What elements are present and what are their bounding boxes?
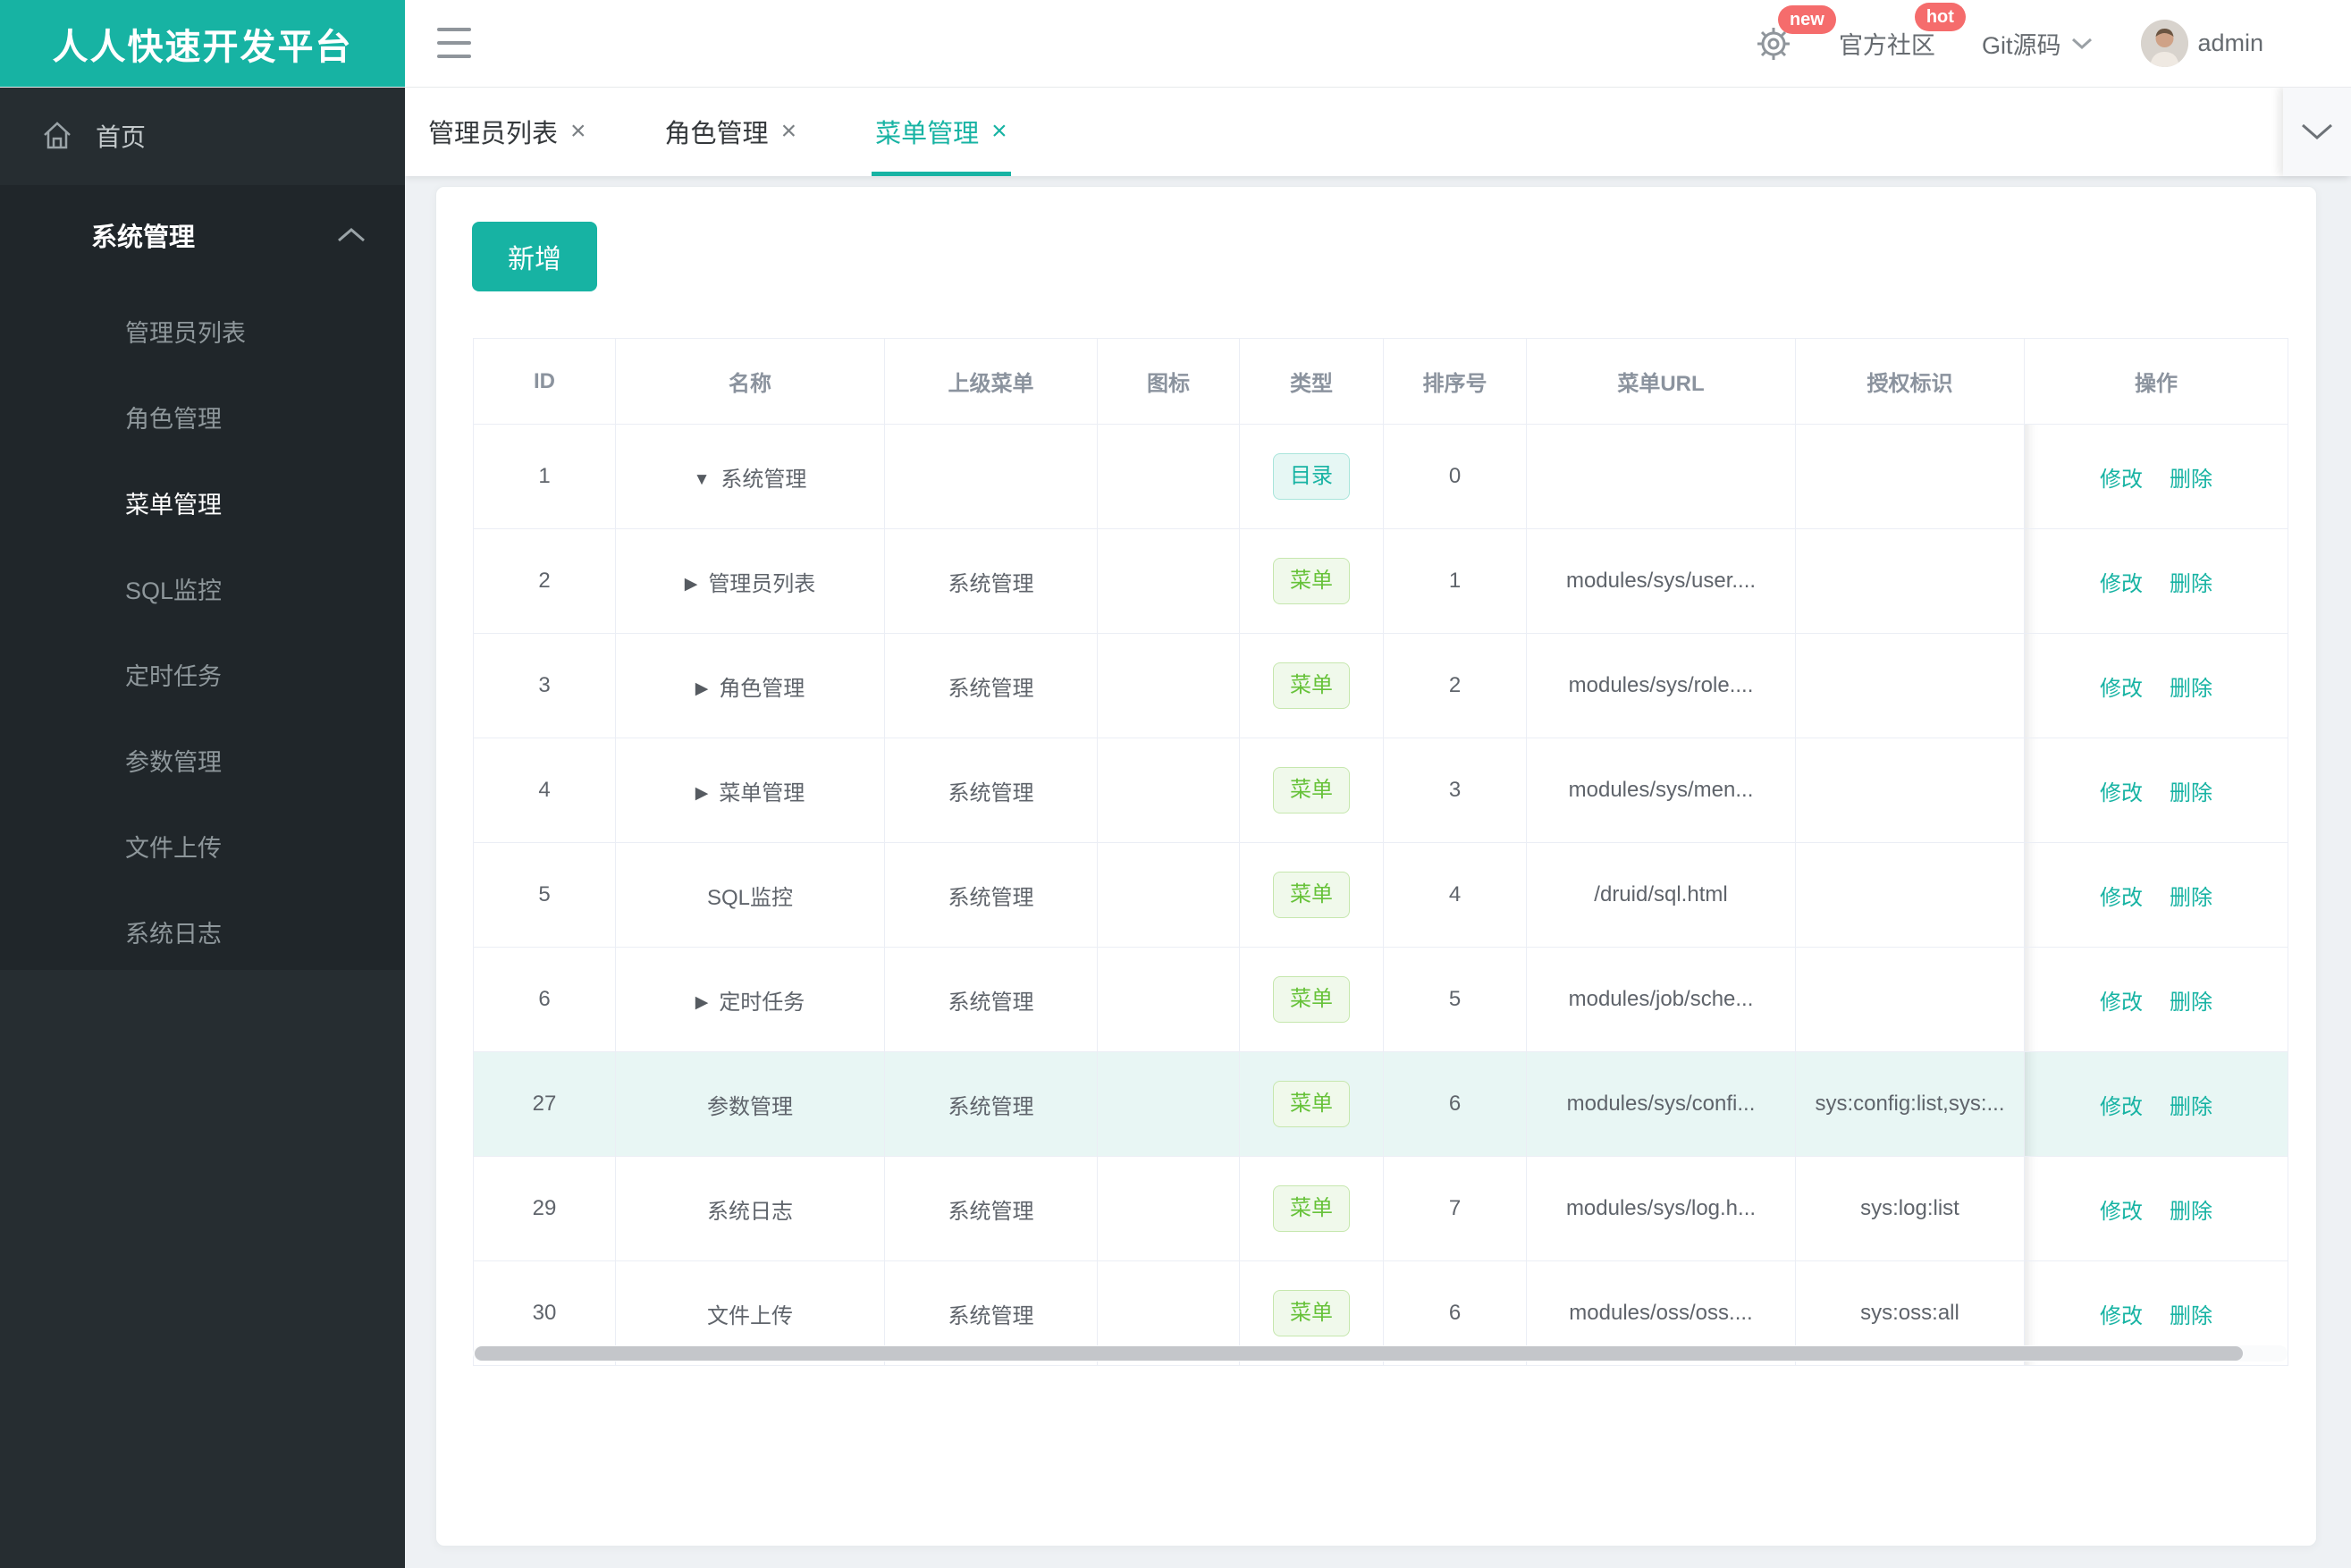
table-row: 29 系统日志 系统管理 菜单 7 modules/sys/log.h... s… <box>473 1156 2288 1261</box>
table-row: 2 ▶ 管理员列表 系统管理 菜单 1 modules/sys/user.... … <box>473 528 2288 634</box>
content-panel: 新增 ID 名称 上级菜单 图标 类型 排序号 菜单URL 授权标识 操作 1 … <box>435 186 2317 1547</box>
sidebar-home-label: 首页 <box>96 123 147 151</box>
table-row: 5 SQL监控 系统管理 菜单 4 /druid/sql.html 修改 删除 <box>473 842 2288 948</box>
sidebar-item-file-upload[interactable]: 文件上传 <box>0 805 405 891</box>
type-tag: 菜单 <box>1273 1081 1350 1127</box>
type-tag: 菜单 <box>1273 767 1350 814</box>
type-tag: 菜单 <box>1273 1185 1350 1232</box>
type-tag: 菜单 <box>1273 558 1350 604</box>
col-perms: 授权标识 <box>1795 338 2025 425</box>
tab-admin-list[interactable]: 管理员列表 × <box>428 87 586 176</box>
edit-link[interactable]: 修改 <box>2100 991 2143 1015</box>
tab-role-mgmt[interactable]: 角色管理 × <box>665 87 797 176</box>
sidebar-item-sql-monitor[interactable]: SQL监控 <box>0 548 405 634</box>
community-label: 官方社区 <box>1838 32 1935 59</box>
edit-link[interactable]: 修改 <box>2100 1200 2143 1224</box>
col-icon: 图标 <box>1097 338 1240 425</box>
sidebar-submenu: 管理员列表 角色管理 菜单管理 SQL监控 定时任务 参数管理 文件上传 系统日… <box>0 291 405 977</box>
settings-menu[interactable]: new <box>1755 4 1836 63</box>
horizontal-scrollbar[interactable] <box>473 1345 2288 1361</box>
sidebar: 首页 系统管理 管理员列表 角色管理 菜单管理 SQL监控 定时任务 参数管理 … <box>0 87 405 1568</box>
delete-link[interactable]: 删除 <box>2170 1095 2212 1119</box>
type-tag: 菜单 <box>1273 662 1350 709</box>
new-badge: new <box>1777 4 1836 34</box>
col-parent: 上级菜单 <box>884 338 1098 425</box>
sidebar-group-title[interactable]: 系统管理 <box>0 185 405 285</box>
menu-table: ID 名称 上级菜单 图标 类型 排序号 菜单URL 授权标识 操作 1 ▼ 系统… <box>473 338 2288 1366</box>
git-source-label: Git源码 <box>1981 32 2061 59</box>
hamburger-icon <box>437 28 471 31</box>
avatar <box>2141 20 2189 67</box>
sidebar-toggle-button[interactable] <box>437 28 471 58</box>
git-source-dropdown[interactable]: Git源码 <box>1982 26 2095 61</box>
delete-link[interactable]: 删除 <box>2170 572 2212 596</box>
scrollbar-thumb[interactable] <box>475 1346 2243 1361</box>
table-row: 1 ▼ 系统管理 目录 0 修改 删除 <box>473 424 2288 529</box>
col-order: 排序号 <box>1383 338 1527 425</box>
table-row: 3 ▶ 角色管理 系统管理 菜单 2 modules/sys/role.... 修… <box>473 633 2288 738</box>
table-row-selected: 27 参数管理 系统管理 菜单 6 modules/sys/confi... s… <box>473 1051 2288 1157</box>
delete-link[interactable]: 删除 <box>2170 468 2212 492</box>
sidebar-item-admin-list[interactable]: 管理员列表 <box>0 291 405 376</box>
tab-overflow-button[interactable] <box>2283 87 2351 176</box>
tab-bar: 管理员列表 × 角色管理 × 菜单管理 × <box>405 87 2351 176</box>
col-type: 类型 <box>1239 338 1384 425</box>
expand-arrow-icon[interactable]: ▶ <box>695 783 709 804</box>
expand-arrow-icon[interactable]: ▶ <box>695 992 709 1013</box>
type-tag: 菜单 <box>1273 872 1350 918</box>
expand-arrow-icon[interactable]: ▶ <box>685 574 698 594</box>
sidebar-item-cron-jobs[interactable]: 定时任务 <box>0 634 405 720</box>
table-header-row: ID 名称 上级菜单 图标 类型 排序号 菜单URL 授权标识 操作 <box>473 338 2288 425</box>
sidebar-item-param-mgmt[interactable]: 参数管理 <box>0 720 405 805</box>
home-icon <box>40 119 74 153</box>
sidebar-item-home[interactable]: 首页 <box>0 87 405 185</box>
close-icon[interactable]: × <box>991 116 1007 147</box>
col-ops: 操作 <box>2024 338 2288 425</box>
edit-link[interactable]: 修改 <box>2100 781 2143 805</box>
col-url: 菜单URL <box>1526 338 1796 425</box>
delete-link[interactable]: 删除 <box>2170 677 2212 701</box>
type-tag: 菜单 <box>1273 1290 1350 1336</box>
edit-link[interactable]: 修改 <box>2100 468 2143 492</box>
chevron-down-icon <box>2069 36 2094 52</box>
delete-link[interactable]: 删除 <box>2170 991 2212 1015</box>
edit-link[interactable]: 修改 <box>2100 886 2143 910</box>
edit-link[interactable]: 修改 <box>2100 1304 2143 1328</box>
type-tag: 菜单 <box>1273 976 1350 1023</box>
community-link[interactable]: 官方社区 hot <box>1838 3 1966 61</box>
close-icon[interactable]: × <box>570 116 586 147</box>
col-id: ID <box>473 338 616 425</box>
edit-link[interactable]: 修改 <box>2100 677 2143 701</box>
top-header: 人人快速开发平台 new 官方社区 hot Git源码 admin <box>0 0 2351 88</box>
user-menu[interactable]: admin <box>2141 20 2263 67</box>
username: admin <box>2197 30 2263 56</box>
tab-menu-mgmt[interactable]: 菜单管理 × <box>872 87 1011 176</box>
col-name: 名称 <box>615 338 885 425</box>
table-row: 4 ▶ 菜单管理 系统管理 菜单 3 modules/sys/men... 修改删… <box>473 738 2288 843</box>
hot-badge: hot <box>1914 3 1966 31</box>
sidebar-group-system: 系统管理 管理员列表 角色管理 菜单管理 SQL监控 定时任务 参数管理 文件上… <box>0 185 405 970</box>
sidebar-item-menu-mgmt[interactable]: 菜单管理 <box>0 462 405 548</box>
table-row: 6 ▶ 定时任务 系统管理 菜单 5 modules/job/sche... 修改… <box>473 947 2288 1052</box>
add-button[interactable]: 新增 <box>472 222 597 291</box>
header-actions: new 官方社区 hot Git源码 admin <box>1755 0 2263 87</box>
delete-link[interactable]: 删除 <box>2170 886 2212 910</box>
chevron-down-icon <box>2302 123 2332 139</box>
delete-link[interactable]: 删除 <box>2170 1304 2212 1328</box>
collapse-arrow-icon[interactable]: ▼ <box>694 470 711 490</box>
sidebar-item-system-log[interactable]: 系统日志 <box>0 891 405 977</box>
chevron-up-icon <box>338 228 365 242</box>
edit-link[interactable]: 修改 <box>2100 572 2143 596</box>
close-icon[interactable]: × <box>781 116 797 147</box>
app-logo: 人人快速开发平台 <box>0 0 405 87</box>
sidebar-item-role-mgmt[interactable]: 角色管理 <box>0 376 405 462</box>
delete-link[interactable]: 删除 <box>2170 781 2212 805</box>
edit-link[interactable]: 修改 <box>2100 1095 2143 1119</box>
expand-arrow-icon[interactable]: ▶ <box>695 679 709 699</box>
type-tag: 目录 <box>1273 453 1350 500</box>
delete-link[interactable]: 删除 <box>2170 1200 2212 1224</box>
